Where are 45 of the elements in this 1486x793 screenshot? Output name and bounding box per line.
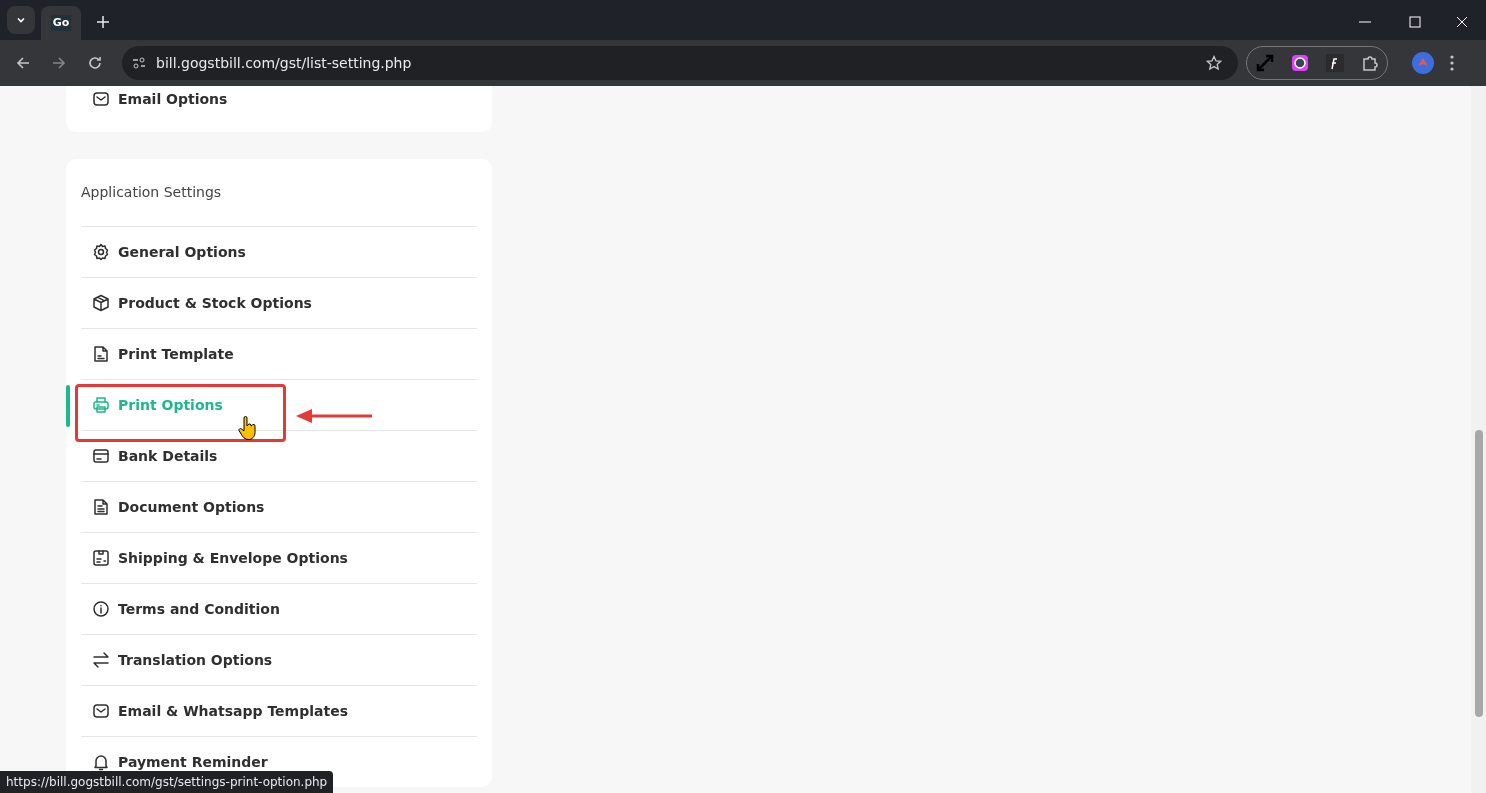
menu-icon[interactable] [1450,55,1454,71]
cube-icon [92,294,110,312]
forward-icon[interactable] [51,55,67,71]
menu-item[interactable]: General Options [81,226,477,277]
swap-arrows-icon [92,651,110,669]
scrollbar-thumb[interactable] [1475,430,1483,717]
maximize-icon[interactable] [1409,16,1421,28]
site-settings-icon[interactable] [130,54,148,72]
menu-item[interactable]: Shipping & Envelope Options [81,532,477,583]
mail-icon [92,90,110,108]
browser-tab[interactable]: Go [41,6,81,40]
tab-search-button[interactable] [7,6,35,34]
new-tab-icon[interactable] [97,16,109,28]
hand-cursor-icon [238,416,258,440]
menu-item[interactable]: Translation Options [81,634,477,685]
scrollbar[interactable] [1471,86,1486,793]
menu-item[interactable]: Product & Stock Options [81,277,477,328]
font-icon[interactable] [1325,54,1344,72]
section-title: Application Settings [81,183,223,202]
profile-avatar-icon[interactable] [1412,52,1434,74]
document-icon [92,498,110,516]
url-text: bill.gogstbill.com/gst/list-setting.php [156,53,412,73]
color-ring-icon[interactable] [1290,54,1309,72]
package-icon [92,549,110,567]
info-icon [92,600,110,618]
menu-item[interactable]: Document Options [81,481,477,532]
star-icon[interactable] [1206,55,1222,71]
site-favicon: Go [50,14,72,32]
menu-item[interactable]: Email & Whatsapp Templates [81,685,477,736]
back-icon[interactable] [15,55,31,71]
close-icon[interactable] [1456,16,1468,28]
address-bar[interactable]: bill.gogstbill.com/gst/list-setting.php [122,46,1238,80]
reload-icon[interactable] [87,55,103,71]
selection-bar [66,385,70,427]
menu-item[interactable]: Terms and Condition [81,583,477,634]
menu-item[interactable]: Print Template [81,328,477,379]
settings-icon [92,243,110,261]
mail-icon [92,702,110,720]
menu-item[interactable]: Email Options [81,86,477,112]
printer-icon [92,396,110,414]
card-icon [92,447,110,465]
puzzle-icon[interactable] [1360,54,1379,72]
status-url-tooltip: https://bill.gogstbill.com/gst/settings-print-option.php [0,771,334,793]
bell-icon [92,753,110,771]
document-icon [92,345,110,363]
